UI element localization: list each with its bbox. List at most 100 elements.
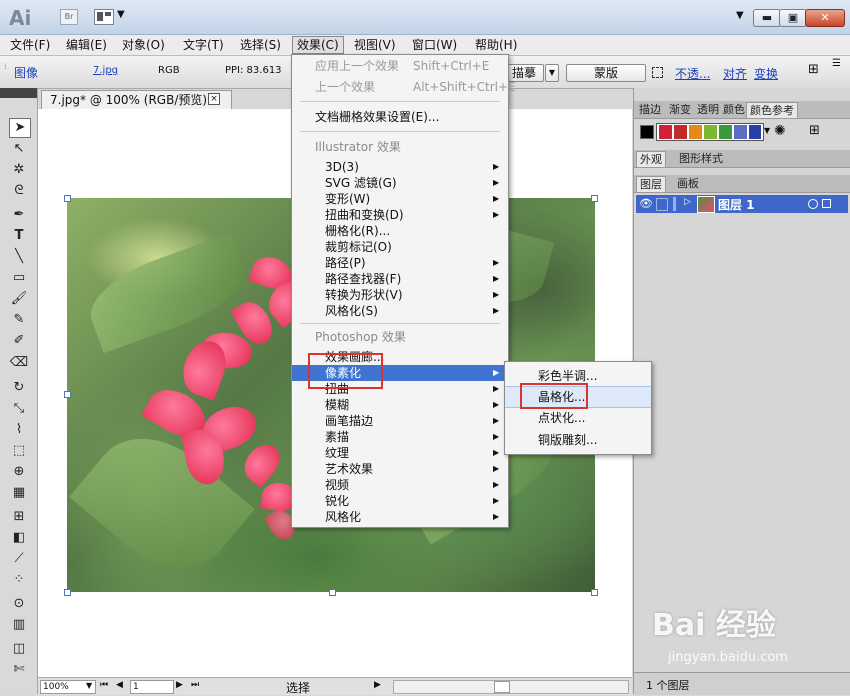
menu-effect[interactable]: 效果(C) [292,36,344,54]
free-transform-icon[interactable]: ⬚ [9,442,29,460]
artboard-tool-icon[interactable]: ◫ [9,640,29,658]
pencil-icon[interactable]: ✎ [9,311,29,329]
bounding-box-handle[interactable] [329,589,336,596]
bounding-box-handle[interactable] [64,589,71,596]
bridge-button[interactable]: Br [60,9,78,25]
menu-mezzotint[interactable]: 铜版雕刻... [505,430,651,450]
menu-select[interactable]: 选择(S) [236,37,285,53]
mesh-tool-icon[interactable]: ⊞ [9,508,29,526]
menu-brush-strokes[interactable]: 画笔描边 ▶ [292,413,508,429]
pen-tool-icon[interactable]: ✒ [9,206,29,224]
menu-convert-to-shape[interactable]: 转换为形状(V) ▶ [292,287,508,303]
swatch[interactable] [659,125,672,139]
type-tool-icon[interactable]: T [9,227,29,245]
menu-apply-last-effect[interactable]: 应用上一个效果 Shift+Ctrl+E [292,58,508,74]
menu-sharpen[interactable]: 锐化 ▶ [292,493,508,509]
blob-brush-icon[interactable]: ✐ [9,332,29,350]
tab-artboards[interactable]: 画板 [674,176,702,191]
menu-window[interactable]: 窗口(W) [408,37,461,53]
envelope-icon[interactable] [652,67,663,78]
rectangle-tool-icon[interactable]: ▭ [9,269,29,287]
tab-graphic-styles[interactable]: 图形样式 [676,151,726,166]
tools-panel-header[interactable] [0,88,37,98]
swatch[interactable] [674,125,687,139]
perspective-grid-icon[interactable]: ▦ [9,484,29,502]
zoom-dropdown-icon[interactable]: ▼ [86,681,92,690]
page-select[interactable]: 1 [130,680,174,694]
eyedropper-icon[interactable]: ⟋ [9,550,29,568]
bounding-box-handle[interactable] [64,195,71,202]
slice-tool-icon[interactable]: ✄ [9,661,29,679]
close-document-icon[interactable]: × [208,93,220,105]
panel-menu-icon[interactable]: ☰ [832,58,841,69]
symbol-sprayer-icon[interactable]: ⊙ [9,595,29,613]
menu-sketch[interactable]: 素描 ▶ [292,429,508,445]
tab-gradient[interactable]: 渐变 [666,102,694,117]
menu-document-raster-settings[interactable]: 文档栅格效果设置(E)... [292,109,508,125]
menu-pathfinder[interactable]: 路径查找器(F) ▶ [292,271,508,287]
menu-texture[interactable]: 纹理 ▶ [292,445,508,461]
expand-arrow-icon[interactable]: ▷ [684,197,691,207]
menu-object[interactable]: 对象(O) [118,37,169,53]
harmony-swatch-strip[interactable] [656,123,764,141]
tab-appearance[interactable]: 外观 [636,151,666,167]
selection-tool-icon[interactable]: ➤ [9,118,31,138]
menu-pointillize[interactable]: 点状化... [505,408,651,428]
menu-file[interactable]: 文件(F) [6,37,54,53]
swatch[interactable] [749,125,761,139]
harmony-dropdown-icon[interactable]: ▼ [764,126,770,135]
lasso-icon[interactable]: ᘓ [9,182,29,200]
color-wheel-icon[interactable]: ✺ [774,123,786,139]
menu-crop-marks[interactable]: 裁剪标记(O) [292,239,508,255]
menu-artistic[interactable]: 艺术效果 ▶ [292,461,508,477]
menu-help[interactable]: 帮助(H) [471,37,521,53]
menu-video[interactable]: 视频 ▶ [292,477,508,493]
transform-link[interactable]: 变换 [754,65,778,82]
warp-tool-icon[interactable]: ⌇ [9,421,29,439]
maximize-button[interactable]: ▣ [779,9,807,27]
tool-status-label[interactable]: 选择 [286,679,310,696]
bounding-box-handle[interactable] [64,391,71,398]
tab-color[interactable]: 颜色 [720,102,748,117]
menu-rasterize[interactable]: 栅格化(R)... [292,223,508,239]
swatch[interactable] [689,125,702,139]
close-window-button[interactable]: ✕ [805,9,845,27]
file-name-link[interactable]: 7.jpg [93,65,118,76]
tab-color-guide[interactable]: 颜色参考 [746,102,798,118]
scrollbar-thumb[interactable] [494,681,510,693]
mask-button[interactable]: 蒙版 [566,64,646,82]
menu-warp[interactable]: 变形(W) ▶ [292,191,508,207]
tab-transparency[interactable]: 透明 [694,102,722,117]
menu-stylize-ai[interactable]: 风格化(S) ▶ [292,303,508,319]
selection-square-icon[interactable] [822,199,831,208]
chevron-down-icon[interactable]: ▼ [117,9,125,20]
base-color-swatch[interactable] [640,125,654,139]
grip-icon[interactable]: ⁞ [4,62,7,71]
prev-page-icon[interactable]: ◀ [116,680,123,690]
menu-distort-transform[interactable]: 扭曲和变换(D) ▶ [292,207,508,223]
gradient-tool-icon[interactable]: ◧ [9,529,29,547]
direct-selection-tool-icon[interactable]: ↖ [9,140,29,158]
first-page-icon[interactable]: ⏮ [100,680,108,690]
menu-edit[interactable]: 编辑(E) [62,37,111,53]
arrange-documents-icon[interactable] [94,9,114,25]
scale-tool-icon[interactable]: ⤡ [9,400,29,418]
save-group-icon[interactable]: ⊞ [809,123,820,138]
swatch[interactable] [704,125,717,139]
align-link[interactable]: 对齐 [723,65,747,82]
eraser-icon[interactable]: ⌫ [9,354,29,372]
menu-stylize-ps[interactable]: 风格化 ▶ [292,509,508,525]
menu-svg-filters[interactable]: SVG 滤镜(G) ▶ [292,175,508,191]
lock-toggle[interactable] [656,198,668,211]
menu-type[interactable]: 文字(T) [179,37,228,53]
workspace-chevron-down-icon[interactable]: ▼ [736,10,744,21]
shape-builder-icon[interactable]: ⊕ [9,463,29,481]
column-graph-icon[interactable]: ▥ [9,616,29,634]
minimize-button[interactable]: ▬ [753,9,781,27]
horizontal-scrollbar[interactable] [393,680,629,694]
opacity-link[interactable]: 不透... [675,65,710,82]
tab-stroke[interactable]: 描边 [636,102,664,117]
visibility-eye-icon[interactable]: 👁 [639,197,653,210]
swatch[interactable] [719,125,732,139]
menu-view[interactable]: 视图(V) [350,37,400,53]
